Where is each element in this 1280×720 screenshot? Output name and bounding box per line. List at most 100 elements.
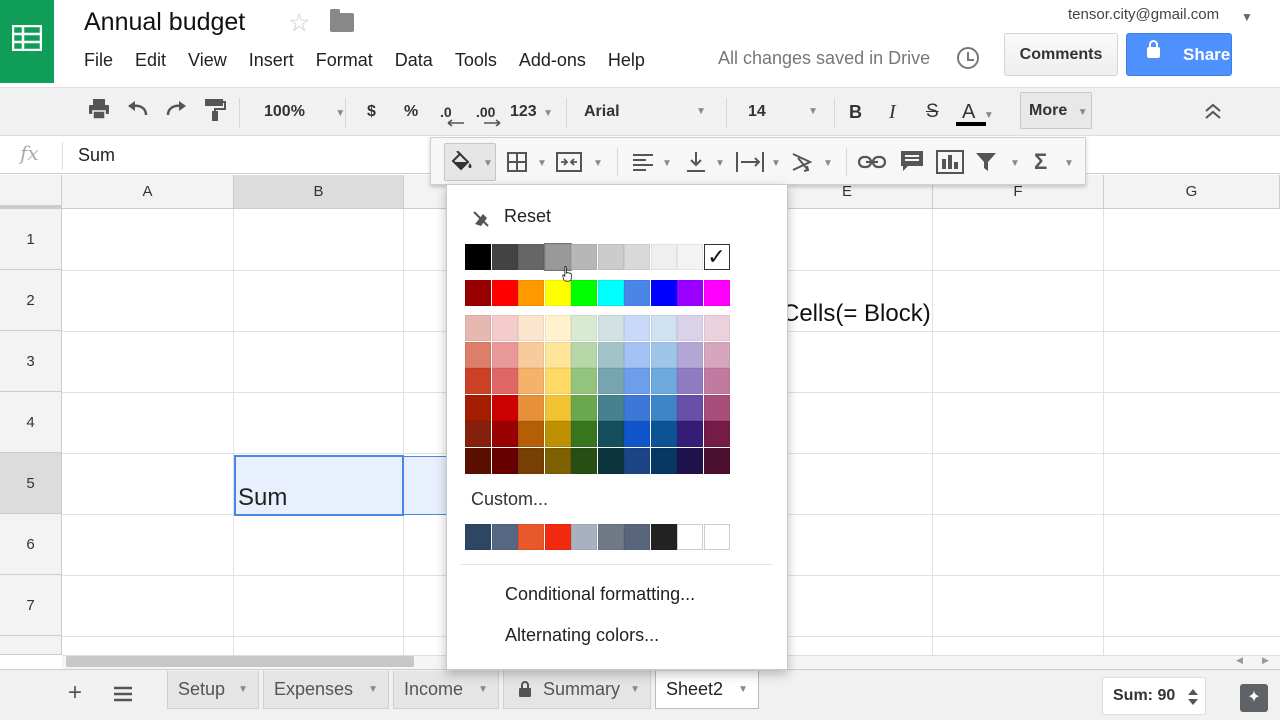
- formula-input[interactable]: Sum: [78, 145, 115, 166]
- color-swatch[interactable]: [703, 315, 730, 341]
- custom-color-swatch[interactable]: [703, 524, 730, 550]
- color-swatch[interactable]: [597, 368, 624, 394]
- color-swatch[interactable]: [518, 447, 544, 474]
- color-swatch[interactable]: [650, 280, 677, 306]
- row-header-3[interactable]: 3: [0, 331, 62, 392]
- color-swatch[interactable]: [703, 280, 730, 306]
- menu-insert[interactable]: Insert: [249, 50, 294, 71]
- italic-button[interactable]: I: [889, 98, 896, 126]
- color-swatch[interactable]: [571, 368, 597, 394]
- row-header-7[interactable]: 7: [0, 575, 62, 636]
- color-swatch[interactable]: [544, 447, 571, 474]
- scroll-left-icon[interactable]: ◀: [1236, 655, 1243, 666]
- sheet-tab-setup[interactable]: Setup ▼: [167, 671, 259, 709]
- color-swatch[interactable]: [571, 447, 597, 474]
- color-swatch[interactable]: [491, 421, 518, 447]
- fill-color-button[interactable]: ▼: [444, 143, 496, 181]
- color-swatch[interactable]: [703, 447, 730, 474]
- cell-text[interactable]: Cells(= Block): [782, 300, 931, 328]
- percent-format-button[interactable]: %: [404, 98, 418, 126]
- revision-history-icon[interactable]: [957, 47, 979, 69]
- explore-icon[interactable]: ✦: [1240, 684, 1268, 712]
- custom-color-item[interactable]: Custom...: [471, 489, 548, 510]
- color-swatch[interactable]: [624, 421, 650, 447]
- custom-color-swatch[interactable]: [677, 524, 703, 550]
- row-header-2[interactable]: 2: [0, 270, 62, 331]
- color-swatch[interactable]: [624, 280, 650, 306]
- chevron-down-icon[interactable]: ▼: [537, 158, 547, 169]
- collapse-menus-icon[interactable]: [1204, 102, 1222, 120]
- custom-color-swatch[interactable]: [518, 524, 544, 550]
- sheets-logo[interactable]: [0, 0, 54, 83]
- font-family-select[interactable]: Arial ▼: [584, 98, 708, 126]
- chevron-down-icon[interactable]: ▼: [593, 158, 603, 169]
- save-status[interactable]: All changes saved in Drive: [718, 48, 930, 69]
- color-swatch[interactable]: [624, 394, 650, 421]
- color-swatch[interactable]: [491, 341, 518, 368]
- color-swatch[interactable]: [677, 280, 703, 306]
- text-rotation-icon[interactable]: [790, 150, 816, 174]
- more-formats-button[interactable]: 123 ▼: [510, 98, 553, 126]
- borders-icon[interactable]: [506, 151, 528, 173]
- custom-color-swatch[interactable]: [650, 524, 677, 550]
- add-sheet-icon[interactable]: +: [68, 679, 82, 707]
- color-swatch[interactable]: [491, 394, 518, 421]
- color-swatch[interactable]: [491, 280, 518, 306]
- color-swatch[interactable]: [703, 394, 730, 421]
- color-swatch[interactable]: [465, 280, 491, 306]
- color-swatch[interactable]: [677, 244, 703, 270]
- zoom-select[interactable]: 100% ▼: [264, 98, 345, 126]
- chevron-down-icon[interactable]: ▼: [1064, 158, 1074, 169]
- color-swatch[interactable]: [677, 368, 703, 394]
- color-swatch[interactable]: [518, 421, 544, 447]
- color-swatch[interactable]: [465, 447, 491, 474]
- color-swatch[interactable]: [703, 421, 730, 447]
- color-swatch[interactable]: [571, 341, 597, 368]
- chevron-down-icon[interactable]: ▼: [662, 158, 672, 169]
- color-swatch[interactable]: [518, 394, 544, 421]
- custom-color-swatch[interactable]: [571, 524, 597, 550]
- undo-icon[interactable]: [126, 99, 150, 119]
- sheet-tab-sheet2[interactable]: Sheet2 ▼: [655, 671, 759, 709]
- chevron-down-icon[interactable]: ▼: [771, 158, 781, 169]
- color-swatch[interactable]: [518, 341, 544, 368]
- row-header-6[interactable]: 6: [0, 514, 62, 575]
- star-icon[interactable]: ☆: [288, 8, 310, 38]
- color-swatch[interactable]: [650, 447, 677, 474]
- color-swatch[interactable]: [677, 315, 703, 341]
- bold-button[interactable]: B: [849, 98, 862, 126]
- menu-data[interactable]: Data: [395, 50, 433, 71]
- color-swatch[interactable]: [465, 421, 491, 447]
- color-swatch[interactable]: [465, 244, 491, 270]
- color-swatch[interactable]: [624, 341, 650, 368]
- sheet-tab-income[interactable]: Income ▼: [393, 671, 499, 709]
- color-swatch[interactable]: [597, 244, 624, 270]
- text-wrap-icon[interactable]: [735, 150, 765, 174]
- color-swatch[interactable]: [465, 315, 491, 341]
- color-swatch[interactable]: [703, 368, 730, 394]
- filter-icon[interactable]: [975, 152, 997, 172]
- color-swatch[interactable]: [544, 421, 571, 447]
- menu-tools[interactable]: Tools: [455, 50, 497, 71]
- color-swatch[interactable]: [518, 244, 544, 270]
- comments-button[interactable]: Comments: [1004, 33, 1118, 76]
- align-left-icon[interactable]: [632, 153, 654, 171]
- color-swatch[interactable]: [465, 368, 491, 394]
- sum-indicator[interactable]: Sum: 90: [1102, 677, 1206, 715]
- color-swatch[interactable]: [518, 280, 544, 306]
- color-swatch[interactable]: [624, 244, 650, 270]
- color-swatch[interactable]: [677, 394, 703, 421]
- column-header-a[interactable]: A: [62, 175, 234, 209]
- menu-help[interactable]: Help: [608, 50, 645, 71]
- comment-icon[interactable]: [900, 150, 924, 172]
- color-swatch[interactable]: [597, 394, 624, 421]
- grid-corner[interactable]: [0, 175, 62, 209]
- share-button[interactable]: Share: [1126, 33, 1232, 76]
- color-swatch[interactable]: [597, 341, 624, 368]
- color-swatch[interactable]: [650, 394, 677, 421]
- chevron-down-icon[interactable]: ▼: [823, 158, 833, 169]
- custom-color-swatch[interactable]: [465, 524, 491, 550]
- scroll-right-icon[interactable]: ▶: [1262, 655, 1269, 666]
- color-swatch[interactable]: [571, 280, 597, 306]
- column-header-g[interactable]: G: [1104, 175, 1280, 209]
